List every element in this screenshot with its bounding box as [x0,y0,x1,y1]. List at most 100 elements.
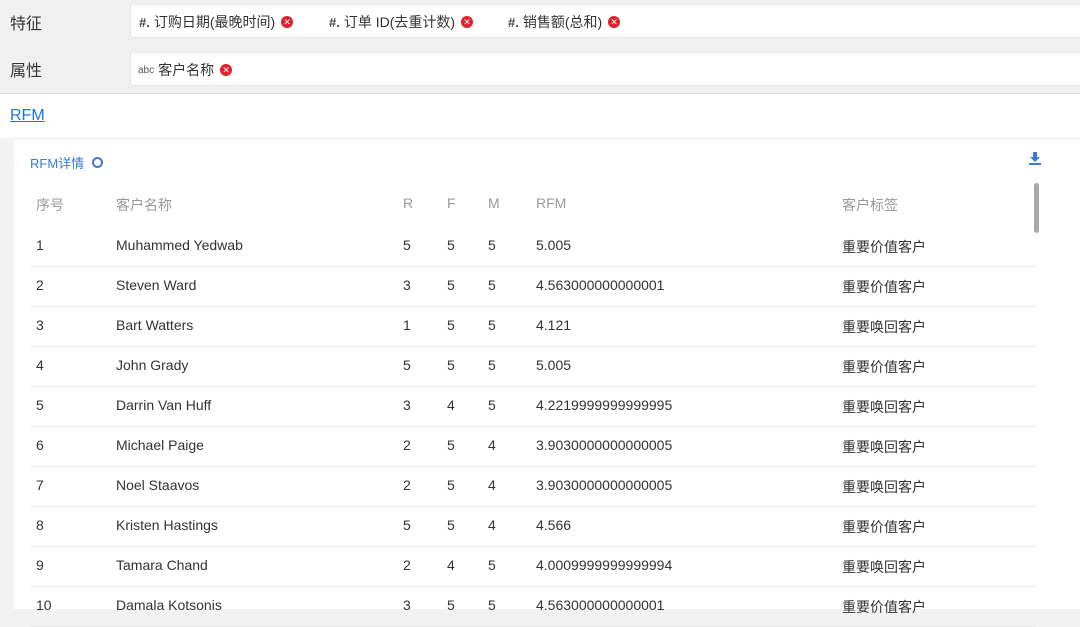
row-f-score: 5 [447,437,455,453]
table-row[interactable]: 6 Michael Paige 2 5 4 3.9030000000000005 重要唤回客… [30,427,1036,467]
attributes-dropzone[interactable]: abc 客户名称 ✕ [130,52,1080,86]
row-customer-name: Damala Kotsonis [116,597,222,613]
feature-pill-order-id[interactable]: #. 订单 ID(去重计数) ✕ [329,12,474,32]
row-customer-tag: 重要价值客户 [842,239,926,255]
row-rfm-value: 4.2219999999999995 [536,397,673,413]
table-body: 1 Muhammed Yedwab 5 5 5 5.005 重要价值客户 2 Steven Wa… [30,227,1036,627]
table-row[interactable]: 9 Tamara Chand 2 4 5 4.0009999999999994 重要唤回客户 [30,547,1036,587]
row-customer-name: Muhammed Yedwab [116,237,243,253]
column-header-customer-tag[interactable]: 客户标签 [842,195,898,215]
row-customer-tag: 重要价值客户 [842,279,926,295]
row-index: 3 [36,317,44,333]
column-header-index[interactable]: 序号 [36,195,64,215]
row-rfm-value: 4.566 [536,517,572,533]
remove-circle-icon[interactable]: ✕ [608,16,621,28]
row-rfm-value: 5.005 [536,237,572,253]
table-row[interactable]: 8 Kristen Hastings 5 5 4 4.566 重要价值客户 [30,507,1036,547]
feature-pill-label: 销售额(总和) [522,14,603,30]
row-customer-tag: 重要价值客户 [842,359,926,375]
feature-pill-sales[interactable]: #. 销售额(总和) ✕ [508,12,621,32]
row-customer-tag: 重要唤回客户 [842,559,926,575]
table-header: 序号 客户名称 R F M RFM 客户标签 [30,195,1036,215]
table-row[interactable]: 7 Noel Staavos 2 5 4 3.9030000000000005 重要唤回客户 [30,467,1036,507]
row-m-score: 5 [488,237,496,253]
row-m-score: 5 [488,597,496,613]
table-row[interactable]: 2 Steven Ward 3 5 5 4.563000000000001 重要价值客户 [30,267,1036,307]
row-f-score: 5 [447,477,455,493]
attribute-pill-customer-name[interactable]: abc 客户名称 ✕ [138,60,233,80]
column-header-f[interactable]: F [447,195,456,211]
table-row[interactable]: 1 Muhammed Yedwab 5 5 5 5.005 重要价值客户 [30,227,1036,267]
row-rfm-value: 4.0009999999999994 [536,557,673,573]
row-customer-name: Darrin Van Huff [116,397,212,413]
number-type-icon: #. [508,14,519,30]
row-m-score: 4 [488,437,496,453]
row-rfm-value: 4.563000000000001 [536,597,665,613]
feature-pill-order-date[interactable]: #. 订购日期(最晚时间) ✕ [139,12,294,32]
table-row[interactable]: 3 Bart Watters 1 5 5 4.121 重要唤回客户 [30,307,1036,347]
column-header-rfm[interactable]: RFM [536,195,566,211]
row-r-score: 2 [403,557,411,573]
row-rfm-value: 4.121 [536,317,572,333]
row-r-score: 5 [403,517,411,533]
row-r-score: 3 [403,397,411,413]
download-icon[interactable] [1028,151,1042,165]
row-f-score: 5 [447,357,455,373]
remove-circle-icon[interactable]: ✕ [220,64,233,76]
row-f-score: 5 [447,317,455,333]
row-m-score: 4 [488,477,496,493]
row-m-score: 5 [488,397,496,413]
row-r-score: 1 [403,317,411,333]
row-rfm-value: 3.9030000000000005 [536,437,673,453]
remove-circle-icon[interactable]: ✕ [281,16,294,28]
row-f-score: 5 [447,237,455,253]
row-m-score: 4 [488,517,496,533]
row-m-score: 5 [488,357,496,373]
row-customer-name: Noel Staavos [116,477,200,493]
row-index: 4 [36,357,44,373]
row-index: 6 [36,437,44,453]
row-rfm-value: 5.005 [536,357,572,373]
table-row[interactable]: 10 Damala Kotsonis 3 5 5 4.563000000000001 重要价… [30,587,1036,627]
refresh-ring-icon[interactable] [92,157,104,168]
row-r-score: 2 [403,437,411,453]
table-row[interactable]: 4 John Grady 5 5 5 5.005 重要价值客户 [30,347,1036,387]
row-customer-name: Kristen Hastings [116,517,218,533]
number-type-icon: #. [139,14,150,30]
column-header-r[interactable]: R [403,195,413,211]
row-r-score: 5 [403,357,411,373]
row-rfm-value: 3.9030000000000005 [536,477,673,493]
row-customer-tag: 重要唤回客户 [842,439,926,455]
row-customer-name: Bart Watters [116,317,194,333]
row-customer-tag: 重要唤回客户 [842,399,926,415]
features-dropzone[interactable]: #. 订购日期(最晚时间) ✕ #. 订单 ID(去重计数) ✕ #. 销售额(… [130,4,1080,38]
row-index: 9 [36,557,44,573]
panel-title-text: RFM详情 [30,156,85,171]
row-m-score: 5 [488,557,496,573]
rfm-detail-panel: RFM详情 序号 客户名称 R F M RFM 客户标签 1 Muhammed Y… [14,138,1080,627]
column-header-customer-name[interactable]: 客户名称 [116,195,172,215]
row-f-score: 5 [447,517,455,533]
feature-pill-label: 订单 ID(去重计数) [343,14,456,30]
row-customer-tag: 重要价值客户 [842,519,926,535]
row-customer-name: Michael Paige [116,437,204,453]
row-index: 2 [36,277,44,293]
column-header-m[interactable]: M [488,195,500,211]
remove-circle-icon[interactable]: ✕ [461,16,474,28]
row-r-score: 5 [403,237,411,253]
table-row[interactable]: 5 Darrin Van Huff 3 4 5 4.2219999999999995 重要唤… [30,387,1036,427]
row-index: 5 [36,397,44,413]
row-customer-tag: 重要唤回客户 [842,479,926,495]
row-index: 8 [36,517,44,533]
features-row: 特征 #. 订购日期(最晚时间) ✕ #. 订单 ID(去重计数) ✕ #. 销… [0,0,1080,47]
row-index: 7 [36,477,44,493]
row-r-score: 3 [403,277,411,293]
row-customer-tag: 重要唤回客户 [842,319,926,335]
panel-title: RFM详情 [30,153,104,172]
row-m-score: 5 [488,277,496,293]
rfm-link[interactable]: RFM [10,107,45,125]
row-f-score: 4 [447,557,455,573]
row-index: 10 [36,597,52,613]
text-type-icon: abc [138,64,155,76]
table-scrollbar[interactable] [1034,183,1039,233]
